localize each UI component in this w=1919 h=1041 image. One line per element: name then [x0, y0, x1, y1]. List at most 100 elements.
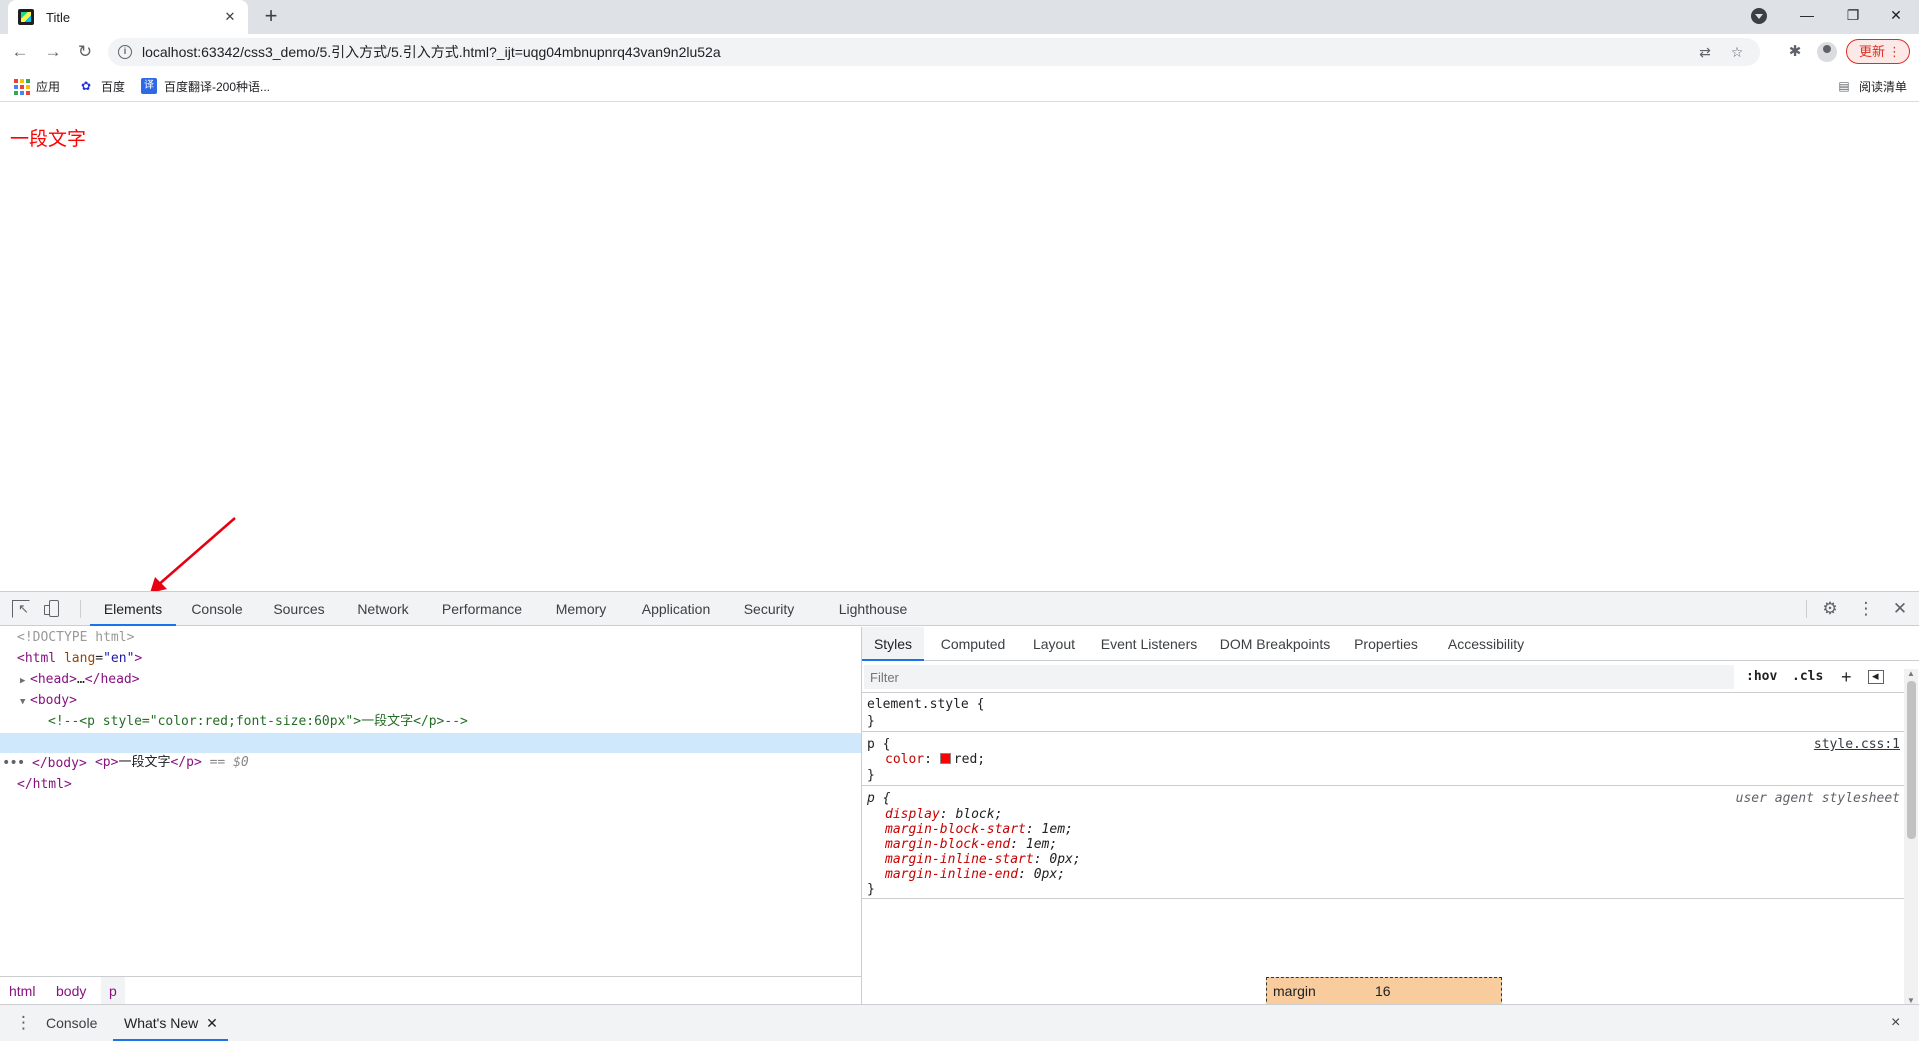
breadcrumb-body[interactable]: body — [48, 977, 94, 1005]
red-annotation-arrow-icon — [150, 517, 236, 593]
reload-icon[interactable]: ↻ — [73, 40, 97, 64]
prop-value: 1em — [1041, 822, 1066, 837]
rule-close-brace: } — [867, 882, 875, 897]
styles-filter-row: :hov .cls + ◂ — [862, 662, 1904, 693]
pycharm-favicon-icon — [18, 9, 34, 25]
tag-name: head — [37, 672, 70, 687]
styles-tab-accessibility[interactable]: Accessibility — [1434, 627, 1538, 661]
devtools-tab-console[interactable]: Console — [180, 592, 254, 626]
dom-node-body[interactable]: ▼ <body> — [0, 691, 861, 711]
dom-node-body-close[interactable]: </body> — [0, 754, 861, 774]
back-icon[interactable]: ← — [8, 40, 32, 64]
styles-tabbar: Styles Computed Layout Event Listeners D… — [862, 627, 1919, 661]
styles-filter-input[interactable] — [864, 665, 1734, 689]
breadcrumb-html[interactable]: html — [1, 977, 43, 1005]
translate-page-icon[interactable]: ⇄ — [1696, 43, 1714, 61]
devtools-tab-performance[interactable]: Performance — [430, 592, 534, 626]
bookmark-apps[interactable]: 应用 — [13, 77, 60, 95]
reading-list-icon: ▤ — [1838, 79, 1850, 93]
class-toggle-button[interactable]: .cls — [1792, 667, 1823, 687]
breadcrumb: html body p — [0, 976, 861, 1005]
styles-scrollbar[interactable]: ▲ ▼ — [1904, 669, 1918, 1005]
devtools-close-icon[interactable]: ✕ — [1890, 599, 1910, 619]
expand-triangle-icon[interactable]: ▶ — [20, 671, 30, 691]
styles-tab-event-listeners[interactable]: Event Listeners — [1092, 627, 1206, 661]
drawer-tab-whats-new[interactable]: What's New ✕ — [113, 1005, 228, 1041]
css-declaration[interactable]: color: red; — [867, 751, 985, 769]
devtools-tab-elements[interactable]: Elements — [90, 592, 176, 626]
drawer-tab-close-icon[interactable]: ✕ — [206, 1015, 218, 1031]
drawer-tab-console[interactable]: Console — [46, 1005, 97, 1041]
styles-tab-dom-breakpoints[interactable]: DOM Breakpoints — [1212, 627, 1338, 661]
page-viewport: 一段文字 — [0, 103, 1919, 593]
restore-icon[interactable]: ❐ — [1830, 0, 1876, 30]
browser-tab[interactable]: Title ✕ — [8, 0, 248, 34]
bookmark-star-icon[interactable]: ☆ — [1728, 43, 1746, 61]
breadcrumb-p[interactable]: p — [101, 977, 125, 1005]
comment-text: <!--<p style="color:red;font-size:60px">… — [48, 714, 468, 729]
devtools-menu-icon[interactable]: ⋮ — [1856, 599, 1876, 619]
dom-node-html[interactable]: <html lang="en"> — [0, 649, 861, 669]
bookmark-baidu-translate[interactable]: 译 百度翻译-200种语... — [141, 77, 270, 95]
bookmark-baidu[interactable]: ✿ 百度 — [78, 77, 125, 95]
bookmarks-bar: 应用 ✿ 百度 译 百度翻译-200种语... ▤ 阅读清单 — [0, 70, 1919, 102]
device-toolbar-icon[interactable] — [44, 600, 62, 618]
new-style-rule-button[interactable]: + — [1841, 667, 1852, 687]
rule-source-label: user agent stylesheet — [1735, 791, 1900, 806]
dom-node-p-selected[interactable]: ••• <p>一段文字</p> == $0 — [0, 733, 861, 771]
dom-node-html-close[interactable]: </html> — [0, 775, 861, 795]
css-declaration: margin-inline-end: 0px; — [885, 867, 1066, 882]
attr-value: "en" — [103, 651, 135, 666]
tab-search-icon[interactable] — [1751, 8, 1767, 24]
color-swatch-icon[interactable] — [939, 753, 951, 764]
rule-selector[interactable]: element.style { — [867, 696, 984, 714]
collapse-triangle-icon[interactable]: ▼ — [20, 692, 30, 712]
tab-close-icon[interactable]: ✕ — [222, 9, 238, 25]
dom-node-head[interactable]: ▶ <head>…</head> — [0, 670, 861, 690]
prop-name: display — [885, 807, 940, 822]
scroll-up-icon[interactable]: ▲ — [1907, 669, 1915, 678]
hover-state-toggle-button[interactable]: :hov — [1746, 667, 1777, 687]
devtools-tab-security[interactable]: Security — [732, 592, 806, 626]
prop-name: margin-block-end — [885, 837, 1011, 852]
address-bar[interactable]: i localhost:63342/css3_demo/5.引入方式/5.引入方… — [108, 38, 1760, 66]
rule-p-user-agent: p { user agent stylesheet display: block… — [862, 787, 1904, 899]
url-text[interactable]: localhost:63342/css3_demo/5.引入方式/5.引入方式.… — [142, 42, 1696, 62]
box-model-margin-value[interactable]: 16 — [1375, 978, 1391, 1004]
bookmark-label: 应用 — [36, 79, 61, 94]
drawer-close-icon[interactable]: × — [1891, 1005, 1900, 1041]
dom-node-doctype[interactable]: <!DOCTYPE html> — [0, 628, 861, 648]
styles-tab-properties[interactable]: Properties — [1344, 627, 1428, 661]
settings-gear-icon[interactable]: ⚙ — [1820, 599, 1840, 619]
styles-tab-computed[interactable]: Computed — [930, 627, 1016, 661]
devtools-tab-network[interactable]: Network — [344, 592, 422, 626]
reading-list-label: 阅读清单 — [1859, 79, 1908, 94]
inspect-element-icon[interactable] — [12, 600, 30, 618]
rule-close-brace: } — [867, 714, 875, 729]
new-tab-button[interactable]: + — [258, 4, 284, 30]
toggle-sidebar-icon[interactable]: ◂ — [1868, 669, 1884, 684]
devtools-tab-application[interactable]: Application — [628, 592, 724, 626]
reading-list[interactable]: ▤ 阅读清单 — [1836, 77, 1907, 95]
dom-node-comment[interactable]: <!--<p style="color:red;font-size:60px">… — [0, 712, 861, 732]
devtools-tab-lighthouse[interactable]: Lighthouse — [828, 592, 918, 626]
site-info-icon[interactable]: i — [118, 45, 132, 59]
extensions-puzzle-icon[interactable]: ✱ — [1785, 42, 1805, 62]
devtools-tab-memory[interactable]: Memory — [542, 592, 620, 626]
rule-source-link[interactable]: style.css:1 — [1814, 737, 1900, 752]
window-close-icon[interactable]: ✕ — [1873, 0, 1919, 30]
drawer-menu-icon[interactable]: ⋮ — [15, 1005, 32, 1041]
scroll-thumb[interactable] — [1907, 681, 1916, 839]
forward-icon[interactable]: → — [41, 40, 65, 64]
rule-element-style: element.style { } — [862, 694, 1904, 732]
devtools-tab-sources[interactable]: Sources — [262, 592, 336, 626]
tag-name: html — [24, 651, 57, 666]
prop-name: margin-block-start — [885, 822, 1026, 837]
styles-tab-layout[interactable]: Layout — [1022, 627, 1086, 661]
box-model-margin[interactable]: margin 16 — [1266, 977, 1502, 1007]
prop-name: color — [885, 752, 925, 767]
styles-tab-styles[interactable]: Styles — [862, 627, 924, 661]
update-button[interactable]: 更新 ⋮ — [1846, 39, 1910, 64]
minimize-icon[interactable]: — — [1784, 0, 1830, 30]
profile-avatar-icon[interactable] — [1817, 42, 1837, 62]
